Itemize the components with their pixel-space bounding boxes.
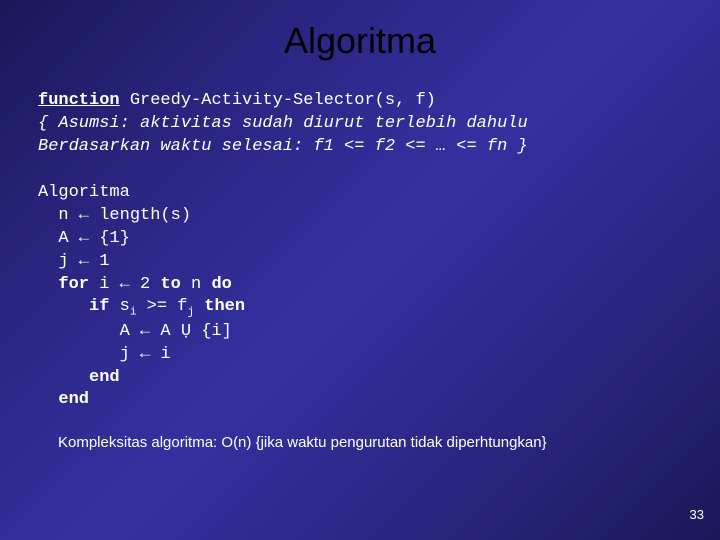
slide-title: Algoritma [30,20,690,62]
code-l9e [194,297,204,316]
kw-for: for [58,275,89,294]
code-l11: j ← i [38,345,171,364]
code-l5: n ← length(s) [38,206,191,225]
code-l12a [38,368,89,387]
code-l7: j ← 1 [38,252,109,271]
code-l13a [38,390,58,409]
code-block: function Greedy-Activity-Selector(s, f) … [38,90,690,412]
slide: Algoritma function Greedy-Activity-Selec… [0,0,720,540]
kw-end1: end [89,368,120,387]
code-l9c: s [109,297,129,316]
code-l6: A ← {1} [38,229,130,248]
code-l10: A ← A Ụ {i] [38,322,232,341]
code-l8c: i ← 2 [89,275,160,294]
code-l3: Berdasarkan waktu selesai: f1 <= f2 <= …… [38,137,528,156]
kw-to: to [160,275,180,294]
code-l8e: n [181,275,212,294]
code-l9a [38,297,89,316]
code-l1b: Greedy-Activity-Selector(s, f) [120,91,436,110]
kw-if: if [89,297,109,316]
complexity-note: Kompleksitas algoritma: O(n) {jika waktu… [58,434,690,451]
kw-end2: end [58,390,89,409]
kw-function: function [38,91,120,110]
kw-do: do [211,275,231,294]
code-l4: Algoritma [38,183,130,202]
code-l2: { Asumsi: aktivitas sudah diurut terlebi… [38,114,528,133]
code-l8a [38,275,58,294]
code-l9d: >= f [136,297,187,316]
kw-then: then [204,297,245,316]
page-number: 33 [690,507,704,522]
